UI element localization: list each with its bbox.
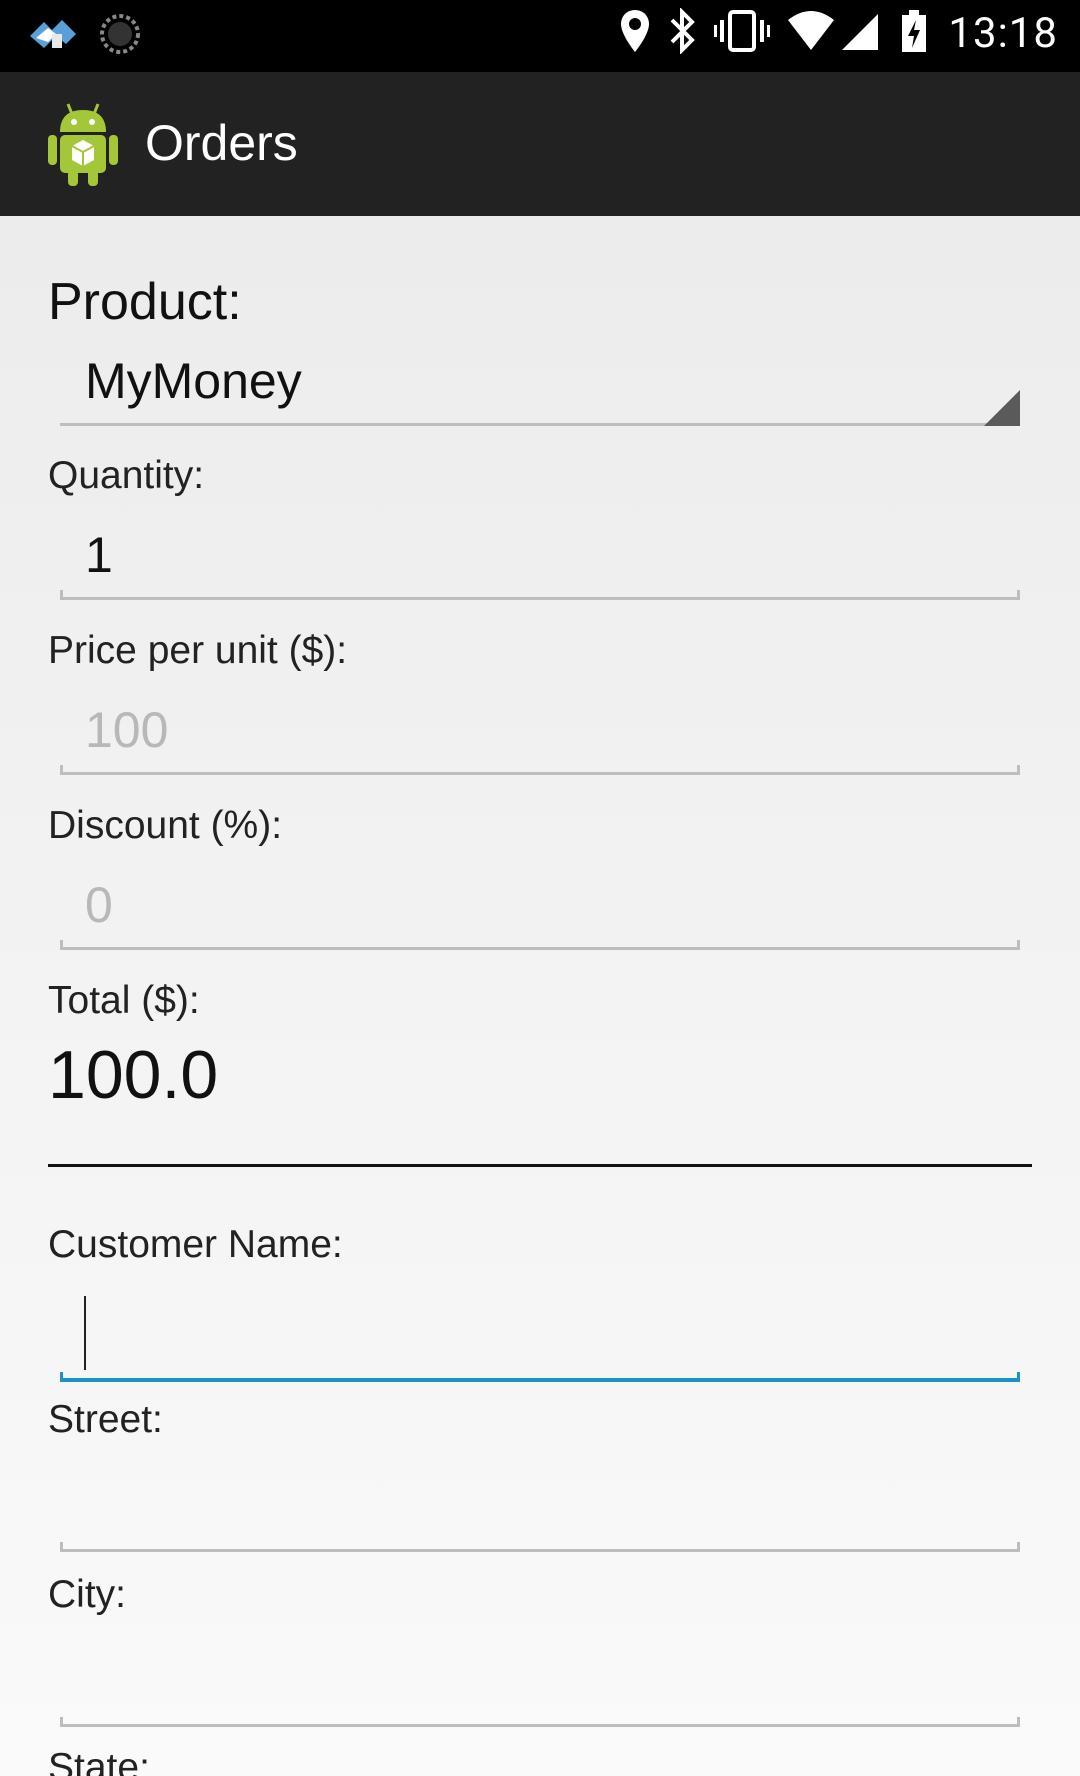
price-label: Price per unit ($): (48, 629, 348, 672)
product-label: Product: (48, 273, 242, 331)
field-tick (1017, 590, 1020, 600)
discount-field[interactable]: 0 (60, 877, 1020, 950)
bluetooth-icon (668, 7, 698, 58)
customer-name-label: Customer Name: (48, 1223, 343, 1266)
field-underline (60, 772, 1020, 775)
field-tick (1017, 1542, 1020, 1552)
total-value: 100.0 (48, 1037, 219, 1113)
field-underline (60, 947, 1020, 950)
customer-name-field[interactable] (60, 1296, 1020, 1382)
field-underline (60, 1724, 1020, 1727)
field-tick (1017, 1372, 1020, 1382)
android-app-icon (46, 100, 120, 192)
action-bar: Orders (0, 72, 1080, 216)
text-cursor (84, 1296, 86, 1370)
field-tick (1017, 765, 1020, 775)
quantity-value: 1 (85, 527, 113, 583)
location-icon (618, 8, 652, 58)
city-label: City: (48, 1573, 126, 1616)
field-tick (60, 1542, 63, 1552)
street-field[interactable] (60, 1482, 1020, 1552)
price-value: 100 (85, 702, 169, 758)
vibrate-icon (714, 8, 771, 58)
battery-charging-icon (900, 8, 928, 58)
field-tick (60, 590, 63, 600)
field-tick (60, 1372, 63, 1382)
field-tick (60, 1717, 63, 1727)
app-title: Orders (145, 115, 298, 171)
total-label: Total ($): (48, 979, 200, 1022)
wifi-icon (786, 8, 836, 58)
street-label: Street: (48, 1398, 163, 1441)
discount-label: Discount (%): (48, 804, 283, 847)
field-tick (1017, 1717, 1020, 1727)
field-underline (60, 597, 1020, 600)
field-tick (60, 940, 63, 950)
status-bar: 13:18 (0, 0, 1080, 72)
discount-value: 0 (85, 877, 113, 933)
spinner-dropdown-icon (984, 390, 1020, 426)
product-value: MyMoney (85, 353, 302, 409)
order-form: Product: MyMoney Quantity: 1 Price per u… (0, 216, 1080, 1776)
field-tick (60, 765, 63, 775)
city-field[interactable] (60, 1657, 1020, 1727)
quantity-label: Quantity: (48, 454, 205, 497)
quantity-field[interactable]: 1 (60, 527, 1020, 600)
spinner-underline (60, 423, 1020, 426)
field-tick (1017, 940, 1020, 950)
notification-app-icon (26, 12, 80, 60)
product-spinner[interactable]: MyMoney (60, 353, 1020, 426)
price-field[interactable]: 100 (60, 702, 1020, 775)
state-label: State: (48, 1746, 150, 1776)
field-underline (60, 1549, 1020, 1552)
cell-signal-icon (840, 8, 880, 58)
status-time: 13:18 (948, 8, 1058, 58)
section-divider (48, 1164, 1032, 1167)
field-underline (60, 1378, 1020, 1382)
sync-icon (98, 12, 142, 60)
